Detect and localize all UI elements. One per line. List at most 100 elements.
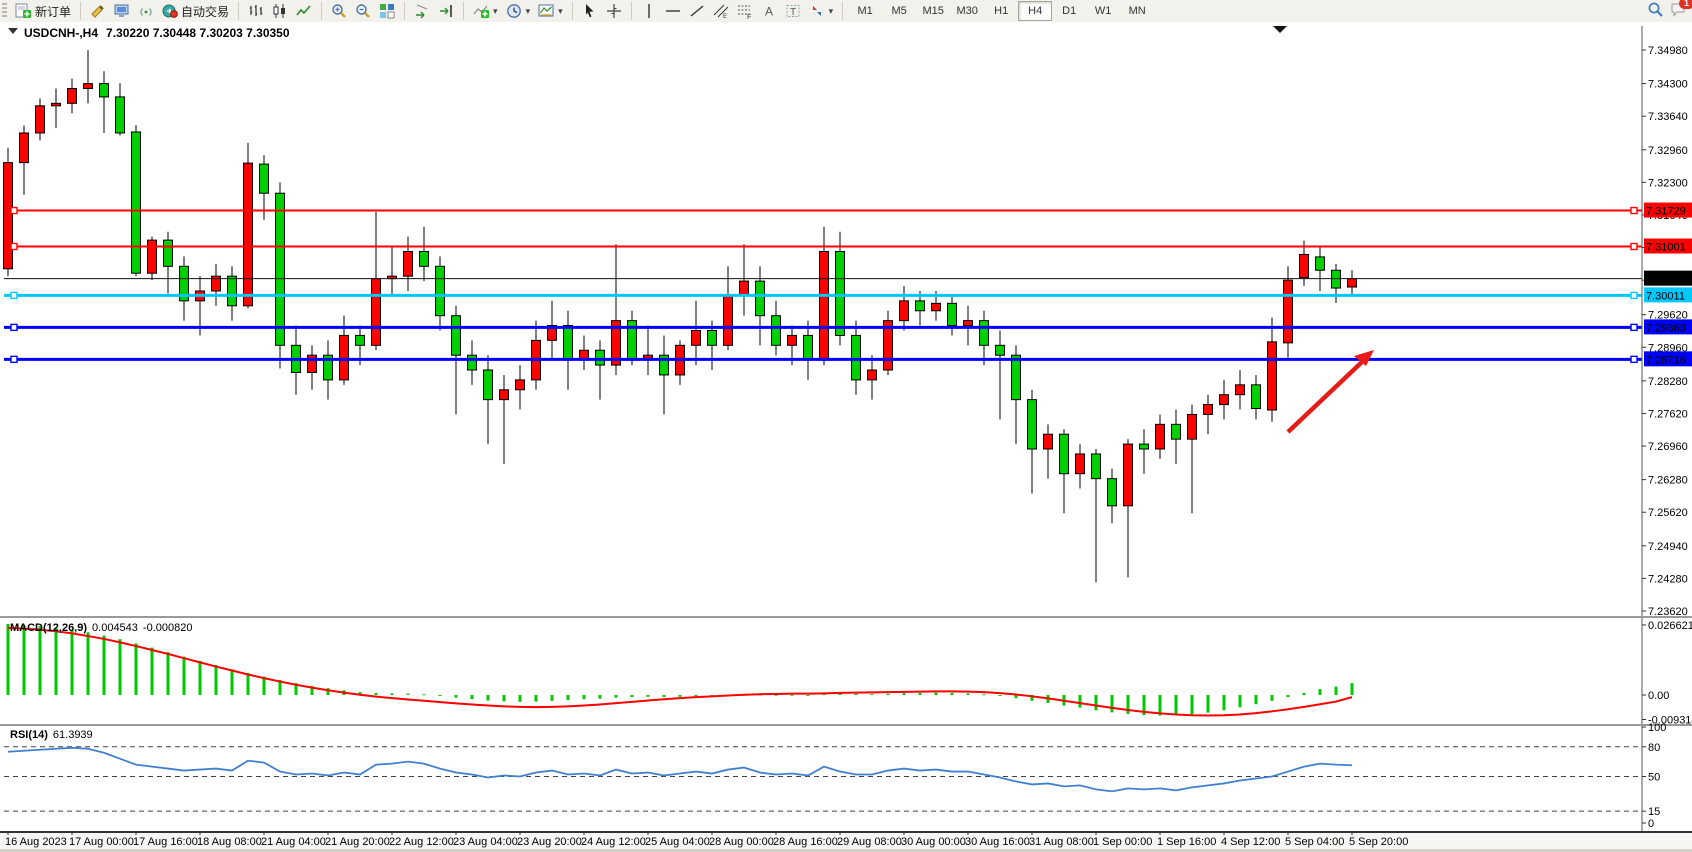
macd-histogram-bar: [151, 648, 154, 695]
chart-area[interactable]: 7.349807.343007.336407.329607.323007.316…: [0, 22, 1692, 852]
chevron-down-icon[interactable]: ▾: [526, 6, 531, 17]
macd-histogram-bar: [1303, 693, 1306, 695]
time-tick-label: 29 Aug 08:00: [837, 836, 902, 848]
candle-body: [948, 303, 957, 325]
timeframe-D1[interactable]: D1: [1052, 1, 1086, 21]
auto-trading-button[interactable]: 自动交易: [158, 0, 233, 23]
macd-histogram-bar: [871, 694, 874, 695]
price-label-text: 7.30011: [1646, 290, 1685, 302]
candle-body: [1172, 424, 1181, 439]
line-handle[interactable]: [11, 208, 17, 214]
line-handle[interactable]: [11, 356, 17, 362]
macd-axis-label: 0.00: [1648, 690, 1669, 702]
candle-chart-mode-button[interactable]: [268, 0, 292, 23]
timeframe-H1[interactable]: H1: [984, 1, 1018, 21]
macd-histogram-bar: [663, 695, 666, 697]
toolbar-group: ▾ ▾ ▾: [467, 0, 569, 22]
line-handle[interactable]: [1631, 208, 1637, 214]
line-handle[interactable]: [11, 324, 17, 330]
crosshair-button[interactable]: [602, 0, 626, 23]
vertical-line-button[interactable]: [637, 0, 661, 23]
macd-histogram-bar: [1255, 695, 1258, 704]
candle-body: [740, 281, 749, 296]
bar-chart-icon: [248, 3, 264, 19]
toolbar-separator: [463, 2, 464, 20]
clock-icon: [506, 3, 522, 19]
macd-histogram-bar: [567, 695, 570, 700]
line-handle[interactable]: [1631, 243, 1637, 249]
notifications-icon[interactable]: 1: [1670, 2, 1688, 21]
signal-icon: [138, 3, 154, 19]
chevron-down-icon[interactable]: ▾: [493, 6, 498, 17]
indicators-button[interactable]: ▾: [469, 0, 502, 23]
candle-body: [1108, 479, 1117, 506]
new-order-button[interactable]: 新订单: [11, 0, 75, 23]
line-chart-mode-button[interactable]: [292, 0, 316, 23]
macd-histogram-bar: [551, 695, 554, 701]
signal-button[interactable]: [134, 0, 158, 23]
macd-histogram-bar: [231, 669, 234, 695]
candle-body: [788, 335, 797, 345]
pane-separator[interactable]: [0, 616, 1692, 618]
terminal-button[interactable]: [110, 0, 134, 23]
price-label-text: 7.31001: [1646, 241, 1686, 253]
chart-shift-button[interactable]: [434, 0, 458, 23]
candle-body: [804, 335, 813, 360]
rsi-axis-label: 100: [1648, 722, 1666, 734]
chevron-down-icon[interactable]: ▾: [829, 6, 834, 17]
candle-body: [1140, 444, 1149, 449]
trendline-button[interactable]: [685, 0, 709, 23]
terminal-icon: [114, 3, 130, 19]
candle-body: [1060, 434, 1069, 474]
chevron-down-icon[interactable]: ▾: [558, 6, 563, 17]
search-icon[interactable]: [1647, 1, 1664, 21]
time-tick-label: 23 Aug 04:00: [453, 836, 518, 848]
indicators-icon: [473, 3, 489, 19]
fibonacci-button[interactable]: F: [733, 0, 757, 23]
horizontal-line-button[interactable]: [661, 0, 685, 23]
zoom-in-button[interactable]: [327, 0, 351, 23]
pane-separator[interactable]: [0, 724, 1692, 726]
line-handle[interactable]: [1631, 356, 1637, 362]
text-label-button[interactable]: T: [781, 0, 805, 23]
macd-histogram-bar: [119, 639, 122, 695]
timeframe-M5[interactable]: M5: [882, 1, 916, 21]
line-handle[interactable]: [1631, 324, 1637, 330]
macd-histogram-bar: [583, 695, 586, 699]
timeframe-W1[interactable]: W1: [1086, 1, 1120, 21]
macd-histogram-bar: [1111, 695, 1114, 712]
auto-scroll-button[interactable]: [410, 0, 434, 23]
periods-button[interactable]: ▾: [502, 0, 535, 23]
line-handle[interactable]: [11, 292, 17, 298]
price-tick-label: 7.34980: [1648, 45, 1688, 57]
timeframe-M15[interactable]: M15: [916, 1, 950, 21]
macd-histogram-bar: [615, 695, 618, 698]
time-axis[interactable]: 16 Aug 202317 Aug 00:0017 Aug 16:0018 Au…: [0, 831, 1692, 852]
timeframe-M30[interactable]: M30: [950, 1, 984, 21]
candle-body: [308, 355, 317, 372]
price-tick-label: 7.26960: [1648, 441, 1688, 453]
equidistant-channel-button[interactable]: E: [709, 0, 733, 23]
time-tick-label: 24 Aug 12:00: [581, 836, 646, 848]
line-handle[interactable]: [11, 243, 17, 249]
arrows-button[interactable]: ▾: [805, 0, 838, 23]
zoom-out-button[interactable]: [351, 0, 375, 23]
text-button[interactable]: A: [757, 0, 781, 23]
macd-histogram-bar: [423, 694, 426, 695]
cursor-button[interactable]: [578, 0, 602, 23]
price-label-text: 7.31729: [1646, 206, 1686, 218]
toolbar-group: [242, 0, 318, 22]
time-tick-label: 1 Sep 16:00: [1157, 836, 1216, 848]
timeframe-MN[interactable]: MN: [1120, 1, 1154, 21]
macd-histogram-bar: [215, 665, 218, 695]
toolbar-separator: [631, 2, 632, 20]
timeframe-H4[interactable]: H4: [1018, 1, 1052, 21]
tile-windows-button[interactable]: [375, 0, 399, 23]
text-icon: A: [761, 3, 777, 19]
candle-body: [1316, 257, 1325, 270]
styler-button[interactable]: [86, 0, 110, 23]
timeframe-M1[interactable]: M1: [848, 1, 882, 21]
line-handle[interactable]: [1631, 292, 1637, 298]
bar-chart-mode-button[interactable]: [244, 0, 268, 23]
templates-button[interactable]: ▾: [534, 0, 567, 23]
